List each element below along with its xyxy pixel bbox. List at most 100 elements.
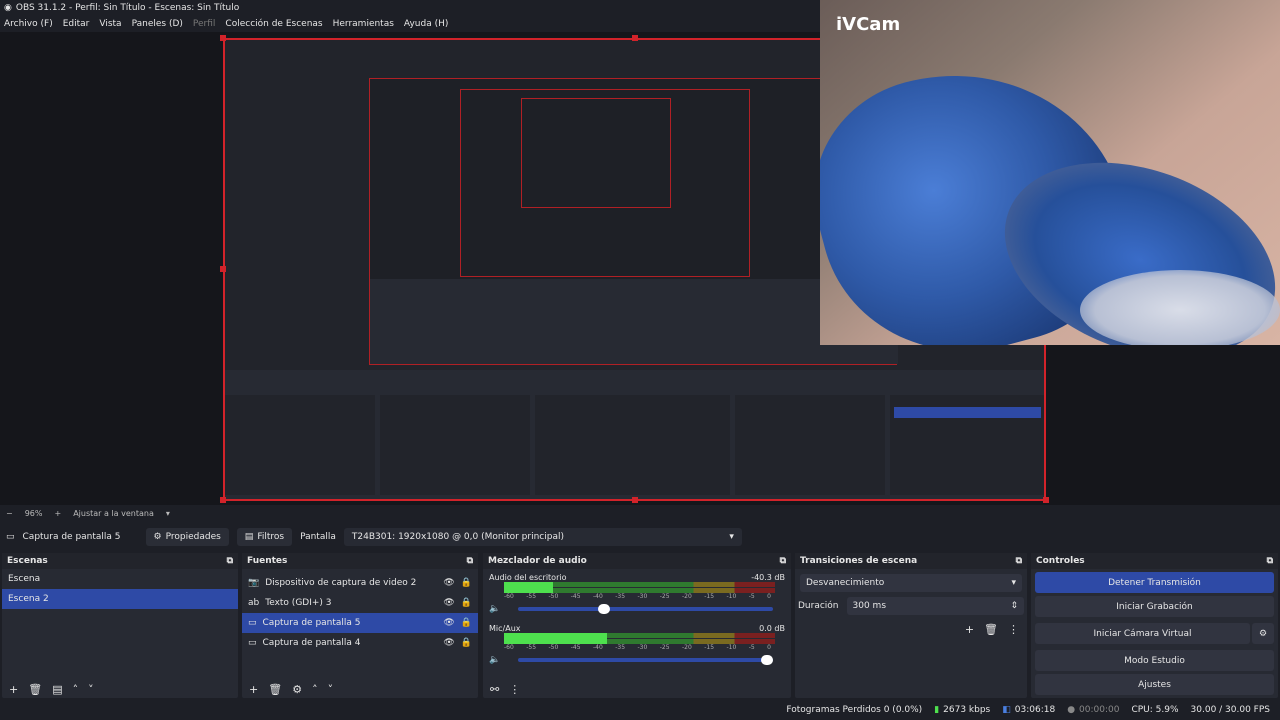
channel-name: Audio del escritorio: [489, 573, 567, 582]
monitor-icon: ▭: [248, 638, 257, 648]
resize-handle-br[interactable]: [1043, 497, 1049, 503]
undock-icon[interactable]: ⧉: [780, 556, 786, 566]
meter-tick-label: -55: [526, 593, 537, 600]
lock-icon[interactable]: 🔒: [461, 618, 472, 628]
properties-label: Propiedades: [165, 531, 221, 542]
meter-tick-label: 0: [767, 593, 771, 600]
volume-slider[interactable]: [518, 655, 773, 665]
menu-coleccion-escenas[interactable]: Colección de Escenas: [225, 19, 322, 29]
transitions-title: Transiciones de escena: [800, 556, 918, 566]
trash-icon[interactable]: 🗑: [984, 623, 998, 636]
display-select-value: T24B301: 1920x1080 @ 0,0 (Monitor princi…: [351, 531, 564, 542]
link-icon[interactable]: ⚯: [490, 683, 499, 696]
chevron-up-icon[interactable]: ˄: [73, 683, 79, 696]
cpu-usage: CPU: 5.9%: [1131, 705, 1179, 715]
meter-scale: -60 -55 -50 -45 -40 -35 -30 -25 -20 -15 -10 -5 0: [504, 593, 771, 600]
more-icon[interactable]: ⋮: [1008, 623, 1019, 636]
scene-item-selected[interactable]: Escena 2: [2, 589, 238, 609]
source-item-selected[interactable]: ▭ Captura de pantalla 5 👁 🔒: [242, 613, 478, 633]
add-icon[interactable]: +: [965, 623, 974, 636]
filters-button[interactable]: ▤ Filtros: [236, 527, 293, 546]
mixer-title: Mezclador de audio: [488, 556, 587, 566]
chevron-down-icon[interactable]: ▾: [166, 509, 170, 518]
chevron-up-icon[interactable]: ˄: [312, 683, 318, 696]
more-icon[interactable]: ⋮: [509, 683, 520, 696]
resize-handle-tl[interactable]: [220, 35, 226, 41]
source-item[interactable]: ▭ Captura de pantalla 4 👁 🔒: [242, 633, 478, 653]
channel-name: Mic/Aux: [489, 624, 521, 633]
window-title: OBS 31.1.2 - Perfil: Sin Título - Escena…: [15, 2, 240, 13]
meter-tick-label: -40: [593, 593, 603, 600]
speaker-icon[interactable]: 🔈: [489, 655, 500, 665]
stream-time: 03:06:18: [1014, 705, 1056, 715]
undock-icon[interactable]: ⧉: [1016, 556, 1022, 566]
nested-controls-dock: [890, 395, 1044, 495]
stop-stream-button[interactable]: Detener Transmisión: [1035, 572, 1274, 593]
add-icon[interactable]: +: [249, 683, 258, 696]
lock-icon[interactable]: 🔒: [461, 598, 472, 608]
volume-slider[interactable]: [518, 604, 773, 614]
studio-mode-button[interactable]: Modo Estudio: [1035, 650, 1274, 671]
controls-dock-header: Controles ⧉: [1031, 553, 1278, 569]
source-item[interactable]: 📷 Dispositivo de captura de video 2 👁 🔒: [242, 573, 478, 593]
menu-vista[interactable]: Vista: [99, 19, 121, 29]
eye-icon[interactable]: 👁: [443, 618, 454, 628]
fit-window-label[interactable]: Ajustar a la ventana: [73, 509, 154, 518]
lock-icon[interactable]: 🔒: [461, 638, 472, 648]
menu-herramientas[interactable]: Herramientas: [333, 19, 394, 29]
source-label: Texto (GDI+) 3: [265, 598, 332, 608]
sources-toolbar: + 🗑 ⚙ ˄ ˅: [242, 680, 478, 698]
mixer-channel-desktop: Audio del escritorio -40.3 dB -60 -55 -50-…: [483, 569, 791, 614]
volume-meter: [504, 582, 775, 593]
mixer-dock-header: Mezclador de audio ⧉: [483, 553, 791, 569]
eye-icon[interactable]: 👁: [443, 578, 454, 588]
speaker-icon[interactable]: 🔈: [489, 604, 500, 614]
undock-icon[interactable]: ⧉: [227, 556, 233, 566]
meter-tick-label: -35: [615, 593, 626, 600]
gear-icon[interactable]: ⚙: [292, 683, 302, 696]
eye-icon[interactable]: 👁: [443, 598, 454, 608]
nested-docks-large: [225, 370, 1044, 499]
resize-handle-l[interactable]: [220, 266, 226, 272]
trash-icon[interactable]: 🗑: [268, 683, 282, 696]
resize-handle-t[interactable]: [632, 35, 638, 41]
undock-icon[interactable]: ⧉: [467, 556, 473, 566]
duration-label: Duración: [798, 601, 839, 611]
transition-select[interactable]: Desvanecimiento ▾: [800, 574, 1022, 592]
lock-icon[interactable]: 🔒: [461, 578, 472, 588]
chevron-down-icon[interactable]: ˅: [88, 683, 94, 696]
filter-icon[interactable]: ▤: [52, 683, 62, 696]
menu-archivo[interactable]: Archivo (F): [4, 19, 53, 29]
sources-title: Fuentes: [247, 556, 288, 566]
start-virtual-camera-button[interactable]: Iniciar Cámara Virtual: [1035, 623, 1250, 644]
eye-icon[interactable]: 👁: [443, 638, 454, 648]
scenes-dock-header: Escenas ⧉: [2, 553, 238, 569]
scene-item[interactable]: Escena: [2, 569, 238, 589]
add-icon[interactable]: +: [9, 683, 18, 696]
zoom-in-button[interactable]: +: [54, 509, 61, 518]
duration-input[interactable]: 300 ms ⇕: [846, 597, 1024, 615]
audio-mixer-dock: Mezclador de audio ⧉ Audio del escritori…: [483, 553, 791, 698]
selected-source-name: Captura de pantalla 5: [22, 531, 121, 542]
start-recording-button[interactable]: Iniciar Grabación: [1035, 596, 1274, 617]
spinner-icon[interactable]: ⇕: [1010, 601, 1018, 611]
resize-handle-b[interactable]: [632, 497, 638, 503]
source-label: Dispositivo de captura de video 2: [265, 578, 417, 588]
menu-paneles[interactable]: Paneles (D): [132, 19, 183, 29]
resize-handle-bl[interactable]: [220, 497, 226, 503]
menu-ayuda[interactable]: Ayuda (H): [404, 19, 448, 29]
properties-button[interactable]: ⚙ Propiedades: [145, 527, 229, 546]
zoom-out-button[interactable]: −: [6, 509, 13, 518]
settings-button[interactable]: Ajustes: [1035, 674, 1274, 695]
meter-tick-label: -15: [704, 644, 715, 651]
chevron-down-icon[interactable]: ˅: [328, 683, 334, 696]
trash-icon[interactable]: 🗑: [28, 683, 42, 696]
meter-tick-label: -40: [593, 644, 603, 651]
source-item[interactable]: ab Texto (GDI+) 3 👁 🔒: [242, 593, 478, 613]
display-select[interactable]: T24B301: 1920x1080 @ 0,0 (Monitor princi…: [343, 527, 742, 546]
volume-knob[interactable]: [597, 604, 610, 614]
volume-knob[interactable]: [761, 655, 773, 665]
undock-icon[interactable]: ⧉: [1267, 556, 1273, 566]
menu-editar[interactable]: Editar: [63, 19, 90, 29]
virtual-camera-settings-button[interactable]: ⚙: [1252, 623, 1274, 644]
